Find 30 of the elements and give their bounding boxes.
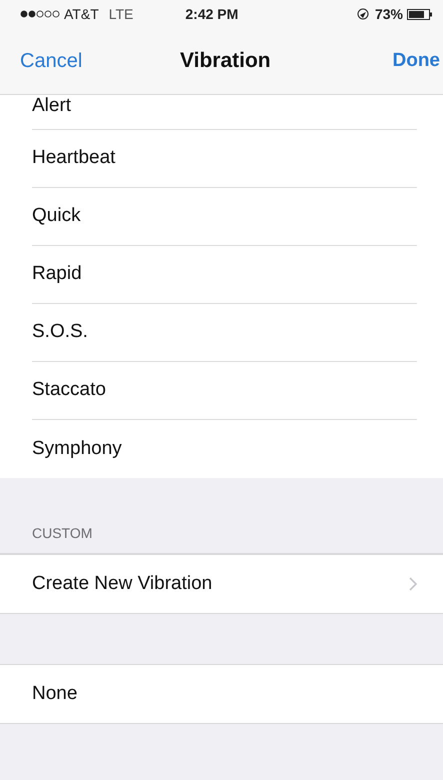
list-row[interactable]: Heartbeat: [0, 130, 443, 188]
cancel-button[interactable]: Cancel: [20, 46, 82, 76]
row-label: Heartbeat: [32, 146, 116, 170]
done-button[interactable]: Done: [392, 46, 440, 76]
location-icon: [356, 8, 369, 20]
row-label: None: [32, 682, 78, 706]
row-label: Alert: [32, 94, 72, 118]
list-row[interactable]: None: [0, 665, 443, 723]
section-header: CUSTOM: [32, 524, 92, 543]
network-label: LTE: [108, 4, 134, 24]
clock-label: 2:42 PM: [185, 4, 238, 24]
list-row[interactable]: Create New Vibration: [0, 555, 443, 613]
row-label: Create New Vibration: [32, 572, 212, 596]
chevron-icon: [409, 577, 417, 591]
row-label: S.O.S.: [32, 320, 88, 344]
row-label: Staccato: [32, 378, 106, 402]
list-row[interactable]: Staccato: [0, 362, 443, 420]
list-row[interactable]: Rapid: [0, 246, 443, 304]
list-row[interactable]: Quick: [0, 188, 443, 246]
row-label: Rapid: [32, 262, 82, 286]
list-row[interactable]: Symphony: [0, 420, 443, 478]
carrier-label: AT&T: [64, 4, 99, 24]
list-row[interactable]: S.O.S.: [0, 304, 443, 362]
screen-title: Vibration: [180, 48, 271, 74]
battery-icon: [407, 8, 433, 20]
row-label: Quick: [32, 204, 81, 228]
signal-dots-icon: [20, 10, 62, 18]
list-row[interactable]: Alert: [0, 95, 443, 130]
battery-percent: 73%: [374, 4, 403, 24]
row-label: Symphony: [32, 436, 122, 461]
